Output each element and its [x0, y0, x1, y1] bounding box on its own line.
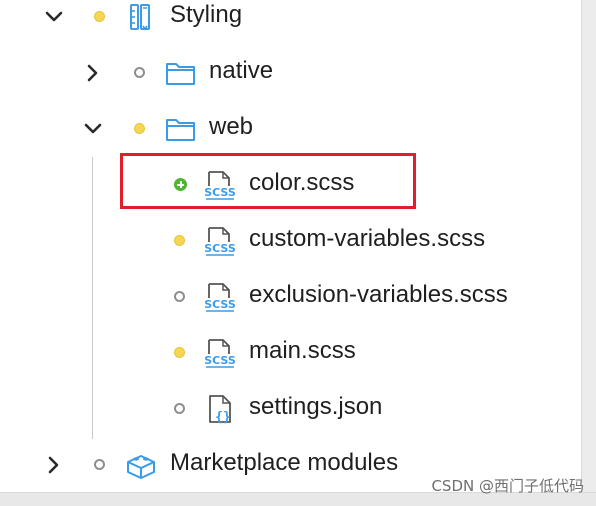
svg-text:SCSS: SCSS: [204, 298, 236, 311]
svg-text:SCSS: SCSS: [204, 242, 236, 255]
tree-item-exclusion-variables-scss[interactable]: SCSS exclusion-variables.scss: [0, 269, 581, 325]
tree-item-label: settings.json: [249, 393, 383, 420]
styling-ruler-icon: [130, 4, 150, 31]
json-file-icon: {}: [209, 395, 231, 424]
tree-item-label: custom-variables.scss: [249, 225, 486, 252]
tree-item-label: exclusion-variables.scss: [249, 281, 508, 308]
status-dot-modified: [134, 123, 145, 134]
tree-item-label: web: [209, 113, 254, 140]
watermark: CSDN @西门子低代码: [431, 477, 584, 495]
svg-text:SCSS: SCSS: [204, 354, 236, 367]
tree-item-settings-json[interactable]: {} settings.json: [0, 381, 581, 437]
chevron-down-icon[interactable]: [42, 5, 66, 29]
tree-item-main-scss[interactable]: SCSS main.scss: [0, 325, 581, 381]
tree-item-styling[interactable]: Styling: [0, 0, 581, 45]
vertical-scrollbar[interactable]: [581, 0, 596, 492]
status-dot-unchanged: [94, 459, 105, 470]
status-dot-unchanged: [134, 67, 145, 78]
blocks-icon: [127, 455, 155, 479]
svg-text:{}: {}: [215, 410, 231, 424]
folder-icon: [166, 63, 195, 85]
scss-file-icon: SCSS: [204, 339, 236, 368]
file-tree: Styling native web SCSS color.scss SCSS …: [0, 0, 581, 492]
status-dot-modified: [174, 347, 185, 358]
scss-file-icon: SCSS: [204, 283, 236, 312]
tree-item-web[interactable]: web: [0, 101, 581, 157]
tree-item-custom-variables-scss[interactable]: SCSS custom-variables.scss: [0, 213, 581, 269]
status-dot-modified: [94, 11, 105, 22]
tree-item-label: Styling: [170, 1, 243, 28]
tree-item-label: Marketplace modules: [170, 449, 399, 476]
folder-icon: [166, 119, 195, 141]
tree-item-label: native: [209, 57, 274, 84]
status-dot-unchanged: [174, 291, 185, 302]
chevron-right-icon[interactable]: [42, 453, 66, 477]
status-dot-modified: [174, 235, 185, 246]
status-dot-unchanged: [174, 403, 185, 414]
tree-item-label: main.scss: [249, 337, 356, 364]
chevron-down-icon[interactable]: [81, 117, 105, 141]
scss-file-icon: SCSS: [204, 227, 236, 256]
chevron-right-icon[interactable]: [81, 61, 105, 85]
tree-item-native[interactable]: native: [0, 45, 581, 101]
highlight-box: [120, 153, 416, 209]
